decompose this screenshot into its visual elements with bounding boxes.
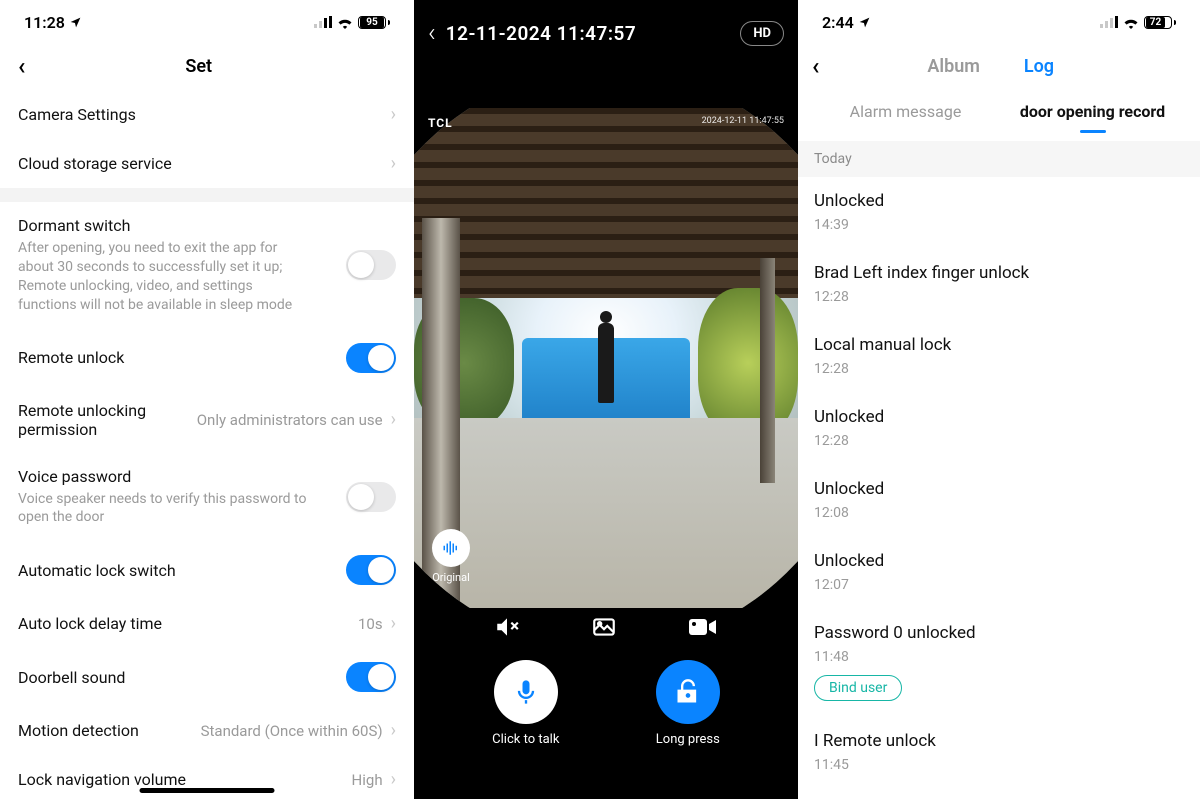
log-list[interactable]: Unlocked 14:39 Brad Left index finger unlo… [798,177,1200,789]
voice-password-toggle[interactable] [346,482,396,512]
chevron-right-icon: › [391,769,396,790]
original-button[interactable]: Original [432,529,470,584]
hd-button[interactable]: HD [740,21,784,46]
battery-icon: 72 [1144,16,1176,29]
log-title: Unlocked [814,551,1184,571]
camera-ts-overlay: 2024-12-11 11:47:55 [702,116,784,126]
back-button[interactable]: ‹ [428,18,436,48]
record-button[interactable] [688,616,718,642]
status-bar: 11:28 95 [0,0,414,44]
nav-bar: ‹ Set [0,44,414,90]
chevron-right-icon: › [391,104,396,125]
page-title: Set [1,56,396,77]
tab-album[interactable]: Album [927,56,980,77]
settings-screen: 11:28 95 ‹ Set Camera Settings › Cloud s… [0,0,414,799]
log-time: 12:28 [814,289,1184,305]
camera-screen: ‹ 12-11-2024 11:47:57 HD TCL 2024-12-11 … [414,0,798,799]
log-item[interactable]: Unlocked 12:08 [798,465,1200,537]
log-item[interactable]: Unlocked 12:28 [798,393,1200,465]
log-time: 12:07 [814,577,1184,593]
log-title: Unlocked [814,479,1184,499]
log-item[interactable]: I Remote unlock 11:45 [798,717,1200,789]
log-time: 12:28 [814,361,1184,377]
camera-timestamp: 12-11-2024 11:47:57 [446,22,636,45]
location-icon [69,16,82,29]
talk-button[interactable]: Click to talk [492,660,559,747]
log-item[interactable]: Unlocked 12:07 [798,537,1200,609]
cellular-icon [1100,16,1118,28]
top-tabs: ‹ Album Log [798,44,1200,92]
subtab-door-record[interactable]: door opening record [999,92,1186,131]
log-item[interactable]: Local manual lock 12:28 [798,321,1200,393]
log-title: I Remote unlock [814,731,1184,751]
doorbell-toggle[interactable] [346,662,396,692]
waveform-icon [432,529,470,567]
wifi-icon [336,16,354,29]
remote-unlock-toggle[interactable] [346,343,396,373]
battery-icon: 95 [358,16,390,29]
section-header: Today [798,141,1200,177]
settings-list: Camera Settings › Cloud storage service … [0,90,414,799]
auto-lock-toggle[interactable] [346,555,396,585]
log-title: Local manual lock [814,335,1184,355]
camera-view[interactable]: TCL 2024-12-11 11:47:55 Original [414,108,798,608]
log-time: 12:28 [814,433,1184,449]
log-item[interactable]: Password 0 unlocked 11:48 Bind user [798,609,1200,717]
status-bar: 2:44 72 [798,0,1200,44]
row-voice-password[interactable]: Voice password Voice speaker needs to ve… [0,453,414,542]
mute-button[interactable] [494,614,520,644]
row-dormant-switch[interactable]: Dormant switch After opening, you need t… [0,202,414,329]
cellular-icon [314,16,332,28]
log-title: Brad Left index finger unlock [814,263,1184,283]
camera-nav: ‹ 12-11-2024 11:47:57 HD [414,0,798,58]
row-auto-delay[interactable]: Auto lock delay time 10s › [0,599,414,648]
chevron-right-icon: › [391,720,396,741]
row-cloud-storage[interactable]: Cloud storage service › [0,139,414,188]
log-title: Unlocked [814,191,1184,211]
subtab-alarm[interactable]: Alarm message [812,92,999,131]
log-title: Unlocked [814,407,1184,427]
sub-tabs: Alarm message door opening record [798,92,1200,131]
row-motion-detection[interactable]: Motion detection Standard (Once within 6… [0,706,414,755]
row-remote-permission[interactable]: Remote unlocking permission Only adminis… [0,387,414,453]
wifi-icon [1122,16,1140,29]
row-camera-settings[interactable]: Camera Settings › [0,90,414,139]
chevron-right-icon: › [391,613,396,634]
clock: 11:28 [24,13,65,32]
chevron-right-icon: › [391,153,396,174]
unlock-button[interactable]: Long press [656,660,720,747]
home-indicator [140,788,275,793]
log-time: 11:45 [814,757,1184,773]
row-doorbell-sound[interactable]: Doorbell sound [0,648,414,706]
log-time: 12:08 [814,505,1184,521]
dormant-toggle[interactable] [346,250,396,280]
camera-actions: Click to talk Long press [414,654,798,757]
camera-brand-overlay: TCL [428,116,453,130]
log-screen: 2:44 72 ‹ Album Log Alarm message door o… [798,0,1200,799]
person-figure [598,323,614,403]
snapshot-button[interactable] [591,614,617,644]
row-remote-unlock[interactable]: Remote unlock [0,329,414,387]
chevron-right-icon: › [391,409,396,430]
log-time: 14:39 [814,217,1184,233]
row-auto-lock[interactable]: Automatic lock switch [0,541,414,599]
camera-tool-row [414,608,798,654]
tab-log[interactable]: Log [1024,56,1054,77]
log-item[interactable]: Brad Left index finger unlock 12:28 [798,249,1200,321]
location-icon [858,16,871,29]
log-title: Password 0 unlocked [814,623,1184,643]
clock: 2:44 [822,13,854,32]
log-time: 11:48 [814,649,1184,665]
bind-user-button[interactable]: Bind user [814,675,902,701]
log-item[interactable]: Unlocked 14:39 [798,177,1200,249]
